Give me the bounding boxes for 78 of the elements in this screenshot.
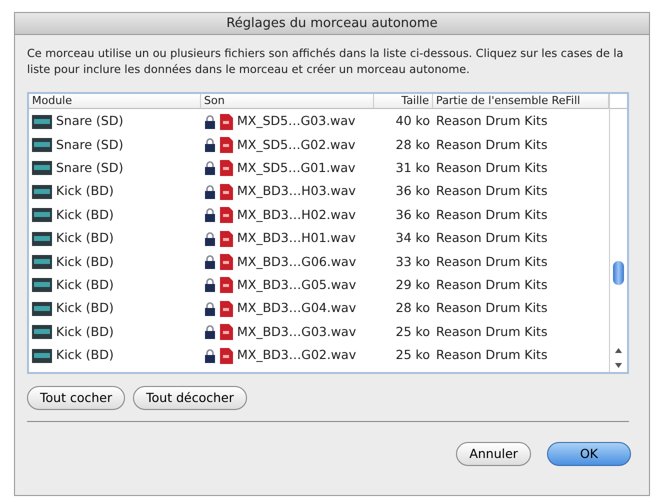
table-cell-text: Snare (SD) <box>56 112 124 130</box>
table-cell-text: Reason Drum Kits <box>436 252 548 271</box>
table-cell-text: MX_BD3…G05.wav <box>237 276 356 294</box>
ok-button[interactable]: OK <box>546 442 631 466</box>
table-cell-text: 34 ko <box>396 229 430 248</box>
table-cell-text: MX_SD5…G03.wav <box>237 112 356 130</box>
file-icon <box>220 254 233 270</box>
module-icon <box>32 255 52 270</box>
table-cell-text: 36 ko <box>396 206 430 224</box>
module-icon <box>32 184 52 199</box>
file-icon <box>220 348 233 364</box>
table-cell-text: MX_SD5…G02.wav <box>237 136 356 154</box>
file-icon <box>220 277 233 294</box>
module-icon <box>32 348 52 363</box>
cancel-button[interactable]: Annuler <box>456 442 531 466</box>
column-header[interactable]: Taille <box>374 94 433 109</box>
table-cell-text: Reason Drum Kits <box>436 346 548 364</box>
module-icon <box>32 138 52 152</box>
file-icon <box>220 230 233 247</box>
table-cell-text: Kick (BD) <box>56 346 114 364</box>
module-icon <box>32 114 52 129</box>
module-icon <box>32 161 52 176</box>
table-cell-text: Reason Drum Kits <box>436 112 548 130</box>
table-cell-text: 29 ko <box>396 276 430 294</box>
table-cell-text: Reason Drum Kits <box>436 276 548 294</box>
table-cell-text: Reason Drum Kits <box>436 206 548 224</box>
file-icon <box>220 137 233 154</box>
column-header[interactable]: Partie de l'ensemble ReFill <box>433 94 609 109</box>
table-cell-text: Reason Drum Kits <box>436 299 548 318</box>
window-title: Réglages du morceau autonome <box>15 13 649 35</box>
table-cell-text: MX_BD3…H02.wav <box>237 206 356 224</box>
table-cell-text: Reason Drum Kits <box>436 136 548 154</box>
table-cell-text: Kick (BD) <box>56 299 114 318</box>
table-cell-text: 28 ko <box>396 136 430 154</box>
file-icon <box>220 160 233 176</box>
table-cell-text: 25 ko <box>396 322 430 341</box>
table-cell-text: Kick (BD) <box>56 276 114 294</box>
list-action-button[interactable]: Tout cocher <box>27 386 126 410</box>
table-cell-text: 31 ko <box>396 159 430 178</box>
table-cell-text: Snare (SD) <box>56 159 124 178</box>
file-icon <box>220 324 233 340</box>
table-cell-text: Reason Drum Kits <box>436 159 548 178</box>
table-cell-text: MX_BD3…G04.wav <box>237 299 356 318</box>
scroll-thumb[interactable] <box>613 261 624 285</box>
table-cell-text: 36 ko <box>396 182 430 200</box>
module-icon <box>32 278 52 292</box>
file-icon <box>220 114 233 130</box>
table-cell-text: 25 ko <box>396 346 430 364</box>
file-icon <box>220 184 233 200</box>
module-icon <box>32 302 52 316</box>
table-cell-text: 33 ko <box>396 252 430 271</box>
scrollbar[interactable] <box>609 94 627 372</box>
table-cell-text: Reason Drum Kits <box>436 322 548 341</box>
column-header[interactable]: Son <box>201 94 374 109</box>
file-icon <box>220 207 233 224</box>
table-cell-text: 28 ko <box>396 299 430 318</box>
column-header[interactable]: Module <box>29 94 201 109</box>
description-text: Ce morceau utilise un ou plusieurs fichiers son affichés dans la liste ci-dessous. Cliquez sur les cases de la liste pour inclure les données dans le morceau et créer un morceau autonome. <box>27 46 624 78</box>
module-icon <box>32 325 52 340</box>
table-cell-text: Kick (BD) <box>56 182 114 200</box>
table-cell-text: Kick (BD) <box>56 252 114 271</box>
file-icon <box>220 300 233 317</box>
table-cell-text: Kick (BD) <box>56 322 114 341</box>
table-cell-text: Kick (BD) <box>56 229 114 248</box>
table-cell-text: Snare (SD) <box>56 136 124 154</box>
module-icon <box>32 232 52 246</box>
table-cell-text: Reason Drum Kits <box>436 182 548 200</box>
table-cell-text: 40 ko <box>396 112 430 130</box>
table-cell-text: MX_BD3…H01.wav <box>237 229 356 248</box>
table-cell-text: MX_BD3…H03.wav <box>237 182 356 200</box>
table-cell-text: MX_SD5…G01.wav <box>237 159 356 178</box>
module-icon <box>32 208 52 222</box>
table-cell-text: MX_BD3…G03.wav <box>237 322 356 341</box>
table-cell-text: Reason Drum Kits <box>436 229 548 248</box>
list-action-button[interactable]: Tout décocher <box>133 386 247 410</box>
table-cell-text: MX_BD3…G06.wav <box>237 252 356 271</box>
table-cell-text: MX_BD3…G02.wav <box>237 346 356 364</box>
table-cell-text: Kick (BD) <box>56 206 114 224</box>
